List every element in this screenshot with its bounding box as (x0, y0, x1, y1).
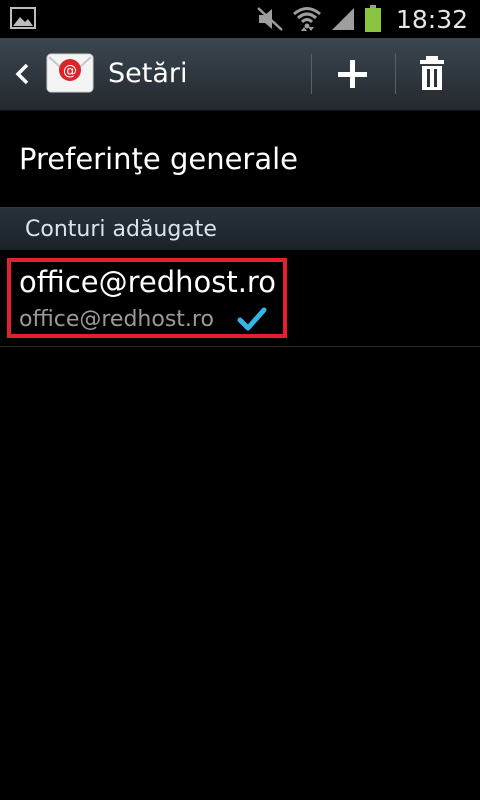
add-account-button[interactable] (320, 50, 384, 98)
email-app-icon[interactable]: @ (46, 52, 94, 94)
accounts-section-header: Conturi adăugate (0, 207, 480, 250)
delete-account-button[interactable] (402, 50, 466, 98)
account-item[interactable]: office@redhost.ro office@redhost.ro (0, 250, 480, 347)
status-time: 18:32 (395, 4, 468, 34)
general-preferences-item[interactable]: Preferinţe generale (0, 111, 480, 207)
page-title: Setări (108, 58, 188, 89)
accounts-section-label: Conturi adăugate (25, 217, 217, 242)
account-name: office@redhost.ro (19, 265, 276, 299)
add-icon (338, 60, 367, 88)
status-icons: 18:32 (256, 0, 468, 38)
battery-icon (364, 5, 381, 32)
general-preferences-label: Preferinţe generale (19, 142, 299, 176)
gallery-icon (10, 7, 36, 29)
trash-icon (420, 56, 444, 90)
svg-text:@: @ (63, 63, 77, 79)
wifi-icon (292, 7, 321, 31)
action-bar: @ Setări (0, 38, 480, 111)
check-icon (237, 307, 267, 331)
back-chevron-icon[interactable] (10, 58, 34, 90)
mute-icon (257, 7, 283, 31)
status-bar: 18:32 (0, 0, 480, 38)
action-divider (311, 54, 312, 94)
signal-icon (331, 8, 354, 30)
account-email: office@redhost.ro (19, 307, 214, 332)
action-divider (395, 54, 396, 94)
